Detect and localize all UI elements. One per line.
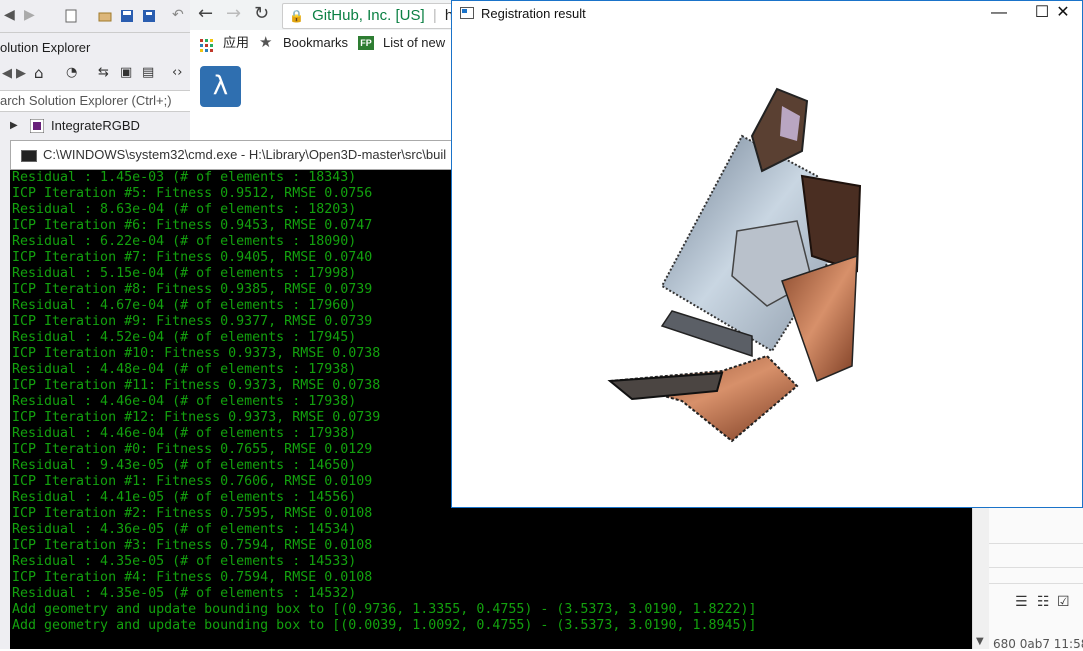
tree-item-integratergbd[interactable]: ▶ IntegrateRGBD <box>0 116 190 136</box>
lambda-logo-icon[interactable]: λ <box>200 66 241 107</box>
reload-icon[interactable]: ↻ <box>254 3 269 24</box>
secure-origin-label: GitHub, Inc. [US] <box>312 7 425 24</box>
point-cloud-render[interactable] <box>602 81 922 451</box>
console-line: Residual : 4.35e-05 (# of elements : 145… <box>12 554 357 569</box>
code-icon[interactable]: ‹› <box>172 65 182 80</box>
bullet-list-icon[interactable]: ☰ <box>1015 594 1028 610</box>
apps-grid-icon[interactable] <box>200 37 213 54</box>
console-line: ICP Iteration #2: Fitness 0.7595, RMSE 0… <box>12 506 373 521</box>
registration-titlebar[interactable]: Registration result — ☐ ✕ <box>452 1 1082 27</box>
background-editor-strip: ☰ ☷ ☑ 680 0ab7 11:58 <box>989 507 1083 651</box>
lock-icon: 🔒 <box>289 9 304 23</box>
bookmark-apps[interactable]: 应用 <box>223 32 249 54</box>
back-icon[interactable]: ← <box>198 3 213 24</box>
sync-icon[interactable]: ⇆ <box>98 65 109 80</box>
window-icon <box>460 7 474 19</box>
forward-icon[interactable]: → <box>226 3 241 24</box>
task-list-icon[interactable]: ☑ <box>1057 594 1070 610</box>
cmd-titlebar[interactable]: C:\WINDOWS\system32\cmd.exe - H:\Library… <box>10 140 452 170</box>
minimize-button[interactable]: — <box>976 1 1022 27</box>
scroll-down-icon[interactable]: ▼ <box>976 636 984 647</box>
back-icon[interactable]: ◀ <box>2 66 12 81</box>
console-line: Residual : 4.35e-05 (# of elements : 145… <box>12 586 357 601</box>
console-line: ICP Iteration #4: Fitness 0.7594, RMSE 0… <box>12 570 373 585</box>
star-icon: ★ <box>259 34 273 51</box>
bookmark-list-of-new[interactable]: List of new <box>383 32 445 54</box>
console-line: Add geometry and update bounding box to … <box>12 602 757 617</box>
cmd-icon <box>21 149 37 162</box>
save-all-icon[interactable] <box>142 8 156 22</box>
project-icon <box>29 118 45 139</box>
solution-explorer-toolbar: ◀ ▶ ⌂ ◔ ⇆ ▣ ▤ ‹› <box>0 62 190 86</box>
close-button[interactable]: ✕ <box>1044 1 1082 27</box>
registration-window[interactable]: Registration result — ☐ ✕ <box>451 0 1083 508</box>
expand-arrow-icon[interactable]: ▶ <box>10 116 18 136</box>
omnibox-divider: | <box>432 7 437 24</box>
divider <box>989 567 1083 568</box>
new-project-icon[interactable] <box>64 8 78 23</box>
home-icon[interactable]: ⌂ <box>34 64 44 82</box>
history-icon[interactable]: ◔ <box>66 65 77 80</box>
omnibox[interactable]: 🔒 GitHub, Inc. [US] | ht <box>282 3 454 29</box>
scrollbar[interactable]: ▼ <box>972 507 990 649</box>
divider <box>989 543 1083 544</box>
open-folder-icon[interactable] <box>98 8 112 22</box>
console-line: ICP Iteration #3: Fitness 0.7594, RMSE 0… <box>12 538 373 553</box>
solution-explorer-search[interactable]: arch Solution Explorer (Ctrl+;) <box>0 90 190 112</box>
vs-toolbar: ◀ ▶ ↶ <box>0 0 190 33</box>
back-icon[interactable]: ◀ <box>4 8 18 22</box>
numbered-list-icon[interactable]: ☷ <box>1037 594 1050 610</box>
cmd-title-text: C:\WINDOWS\system32\cmd.exe - H:\Library… <box>43 147 447 162</box>
fp-favicon-icon: FP <box>358 36 374 50</box>
divider <box>989 583 1083 584</box>
save-icon[interactable] <box>120 8 134 22</box>
console-line: Residual : 4.36e-05 (# of elements : 145… <box>12 522 357 537</box>
tree-item-label: IntegrateRGBD <box>51 118 140 133</box>
forward-icon[interactable]: ▶ <box>24 8 38 22</box>
bookmarks-bar: 应用 ★ Bookmarks FP List of new <box>190 32 452 54</box>
undo-icon[interactable]: ↶ <box>172 8 186 22</box>
console-line: Add geometry and update bounding box to … <box>12 618 757 633</box>
forward-icon[interactable]: ▶ <box>16 66 26 81</box>
show-all-files-icon[interactable]: ▤ <box>142 65 154 80</box>
collapse-icon[interactable]: ▣ <box>120 65 132 80</box>
registration-title: Registration result <box>481 6 586 21</box>
bookmark-bookmarks[interactable]: Bookmarks <box>283 32 348 54</box>
solution-explorer-title: olution Explorer <box>0 40 91 55</box>
